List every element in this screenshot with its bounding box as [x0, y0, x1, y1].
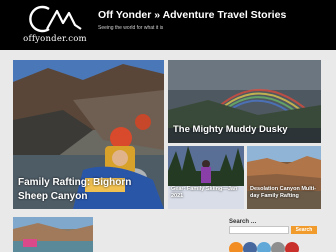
featured-post-dusky[interactable]: The Mighty Muddy Dusky [168, 60, 321, 143]
logo-mark-icon [29, 5, 82, 33]
featured-post-title: The Mighty Muddy Dusky [173, 124, 288, 135]
search-input[interactable] [229, 226, 289, 234]
rss-icon[interactable] [229, 242, 243, 252]
featured-post-skiing[interactable]: Gear: Family Skiing—Jan 2021 [168, 146, 244, 209]
river-image [13, 217, 93, 252]
featured-post-title: Desolation Canyon Multi-day Family Rafti… [250, 186, 316, 199]
site-header: offyonder.com Off Yonder » Adventure Tra… [0, 0, 336, 50]
post-thumbnail[interactable] [13, 217, 93, 252]
instagram-icon[interactable] [271, 242, 285, 252]
featured-post-title: Family Rafting: Bighorn Sheep Canyon [18, 177, 132, 202]
featured-post-title: Gear: Family Skiing—Jan 2021 [171, 186, 238, 199]
site-title[interactable]: Off Yonder » Adventure Travel Stories [98, 9, 286, 21]
featured-post-rafting[interactable]: Family Rafting: Bighorn Sheep Canyon [13, 60, 164, 209]
logo-text: offyonder.com [23, 34, 87, 44]
search-button[interactable]: Search [291, 226, 317, 234]
featured-post-desolation[interactable]: Desolation Canyon Multi-day Family Rafti… [247, 146, 321, 209]
twitter-icon[interactable] [257, 242, 271, 252]
site-tagline: Seeing the world for what it is [98, 25, 164, 31]
youtube-icon[interactable] [285, 242, 299, 252]
site-logo[interactable]: offyonder.com [22, 5, 88, 45]
search-label: Search … [229, 219, 257, 225]
facebook-icon[interactable] [243, 242, 257, 252]
